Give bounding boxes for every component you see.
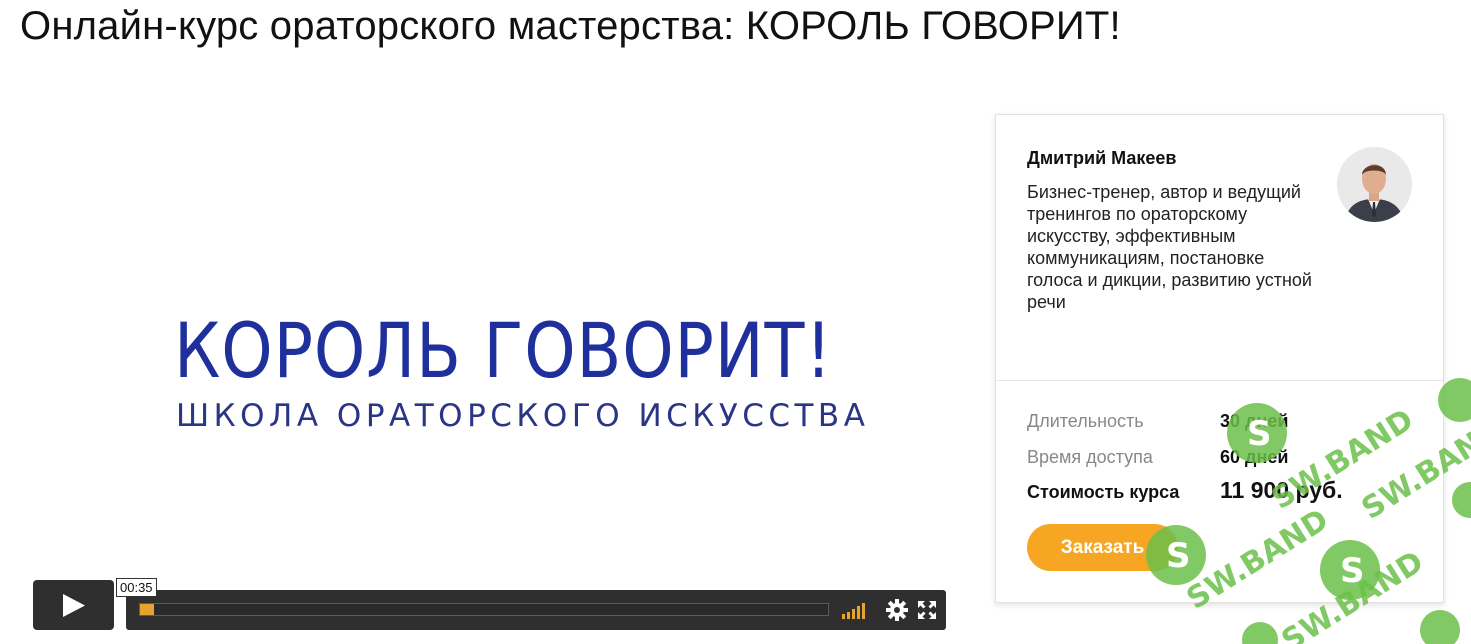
page-title: Онлайн-курс ораторского мастерства: КОРО… [20, 4, 1121, 48]
avatar [1337, 147, 1412, 222]
progress-fill [140, 604, 154, 615]
order-button[interactable]: Заказать [1027, 524, 1178, 571]
instructor-card: Дмитрий Макеев Бизнес-тренер, автор и ве… [995, 114, 1444, 603]
author-bio: Бизнес-тренер, автор и ведущий тренингов… [1027, 182, 1312, 312]
price-label: Стоимость курса [1027, 482, 1180, 502]
duration-value: 30 дней [1220, 411, 1289, 431]
play-button[interactable] [33, 580, 114, 630]
logo-title: КОРОЛЬ ГОВОРИТ! [174, 306, 833, 395]
avatar-photo [1337, 147, 1412, 222]
author-name: Дмитрий Макеев [1027, 148, 1177, 168]
price-value: 11 900 руб. [1220, 477, 1343, 503]
progress-bar[interactable] [139, 603, 829, 616]
access-value: 60 дней [1220, 447, 1289, 467]
course-page: Онлайн-курс ораторского мастерства: КОРО… [0, 0, 1471, 644]
volume-icon[interactable] [842, 601, 872, 619]
duration-label: Длительность [1027, 411, 1144, 431]
card-divider [996, 380, 1443, 381]
video-player[interactable]: КОРОЛЬ ГОВОРИТ! ШКОЛА ОРАТОРСКОГО ИСКУСС… [22, 84, 952, 644]
logo-subtitle: ШКОЛА ОРАТОРСКОГО ИСКУССТВА [176, 398, 870, 434]
play-icon [63, 594, 85, 617]
fullscreen-icon[interactable] [917, 600, 937, 620]
time-tooltip: 00:35 [116, 578, 157, 597]
access-label: Время доступа [1027, 447, 1153, 467]
player-controls [126, 590, 946, 630]
gear-icon[interactable] [886, 599, 908, 621]
